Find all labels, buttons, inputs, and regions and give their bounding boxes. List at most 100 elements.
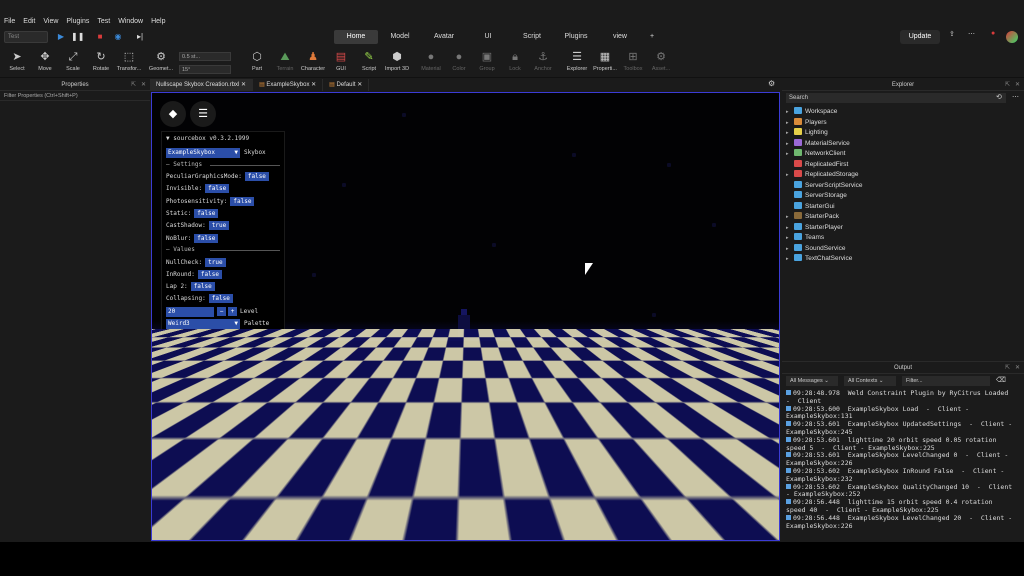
output-filter-input[interactable]: Filter...	[902, 376, 990, 386]
gui-tool[interactable]: ▤ GUI	[326, 50, 356, 72]
close-icon[interactable]: ✕	[1015, 79, 1020, 91]
transform-tool[interactable]: ⬚ Transfor...	[114, 50, 144, 72]
material-tool[interactable]: ● Material	[416, 50, 446, 72]
expand-arrow-icon[interactable]: ▸	[786, 233, 794, 243]
explorer-item[interactable]: ▸ Players	[786, 117, 827, 128]
toggle-value[interactable]: false	[194, 234, 219, 243]
tab-ui[interactable]: UI	[466, 30, 510, 44]
explorer-item[interactable]: ServerScriptService	[786, 180, 862, 191]
level-input[interactable]: 20	[166, 307, 214, 317]
play-icon[interactable]: ▶	[55, 31, 67, 43]
menu-help[interactable]: Help	[147, 18, 169, 25]
terrain-tool[interactable]: ⛰ Terrain	[270, 50, 300, 72]
color-tool[interactable]: ● Color	[444, 50, 474, 72]
stop-icon[interactable]: ■	[94, 31, 106, 43]
group-tool[interactable]: ▣ Group	[472, 50, 502, 72]
step-icon[interactable]: ▸|	[134, 31, 146, 43]
notification-icon[interactable]: ●	[991, 30, 1001, 37]
palette-dropdown[interactable]: Weird3	[166, 319, 240, 329]
character-tool[interactable]: ♟ Character	[298, 50, 328, 72]
expand-arrow-icon[interactable]: ▸	[786, 107, 794, 117]
toolbox-toggle[interactable]: ⊞ Toolbox	[618, 50, 648, 72]
explorer-search-input[interactable]: Search	[786, 93, 1006, 103]
expand-arrow-icon[interactable]: ▸	[786, 128, 794, 138]
expand-arrow-icon[interactable]: ▸	[786, 149, 794, 159]
explorer-item[interactable]: ▸ Workspace	[786, 107, 837, 117]
explorer-toggle[interactable]: ☰ Explorer	[562, 50, 592, 72]
lock-tool[interactable]: 🔒︎ Lock	[500, 50, 530, 72]
explorer-item[interactable]: ▸ Teams	[786, 233, 824, 243]
asset-manager-toggle[interactable]: ⚙ Asset...	[646, 50, 676, 72]
roblox-menu-button[interactable]: ◆	[160, 101, 186, 127]
toggle-value[interactable]: false	[230, 197, 255, 206]
filter-properties-input[interactable]: Filter Properties (Ctrl+Shift+P)	[0, 91, 150, 101]
toggle-value[interactable]: false	[208, 294, 233, 303]
skybox-dropdown[interactable]: ExampleSkybox	[166, 148, 240, 158]
move-tool[interactable]: ✥ Move	[30, 50, 60, 72]
explorer-item[interactable]: ReplicatedFirst	[786, 159, 848, 170]
toggle-value[interactable]: false	[205, 184, 230, 193]
contexts-filter-dropdown[interactable]: All Contexts ⌄	[844, 376, 896, 386]
script-tool[interactable]: ✎ Script	[354, 50, 384, 72]
avatar[interactable]	[1006, 31, 1018, 43]
rotate-tool[interactable]: ↻ Rotate	[86, 50, 116, 72]
level-decrement-button[interactable]: −	[217, 307, 226, 316]
history-icon[interactable]: ⟲	[996, 93, 1002, 101]
doc-tab-exampleskybox[interactable]: ▤ ExampleSkybox ✕	[253, 79, 324, 91]
expand-arrow-icon[interactable]: ▸	[786, 254, 794, 264]
doc-tab-default[interactable]: ▤ Default ✕	[323, 79, 370, 91]
more-icon[interactable]: ⋯	[968, 30, 978, 38]
close-icon[interactable]: ✕	[241, 82, 246, 88]
toggle-value[interactable]: true	[208, 221, 230, 230]
tab-avatar[interactable]: Avatar	[422, 30, 466, 44]
scale-tool[interactable]: ⤢ Scale	[58, 50, 88, 72]
undock-icon[interactable]: ⇱	[1005, 79, 1010, 91]
menu-file[interactable]: File	[0, 18, 19, 25]
sourcebox-title[interactable]: ▼ sourcebox v0.3.2.1999	[166, 135, 249, 142]
close-icon[interactable]: ✕	[357, 82, 362, 88]
expand-arrow-icon[interactable]: ▸	[786, 212, 794, 222]
toggle-value[interactable]: false	[194, 209, 219, 218]
anchor-tool[interactable]: ⚓︎ Anchor	[528, 50, 558, 72]
menu-edit[interactable]: Edit	[19, 18, 39, 25]
expand-arrow-icon[interactable]: ▸	[786, 170, 794, 180]
explorer-item[interactable]: ▸ StarterPack	[786, 212, 839, 222]
close-icon[interactable]: ✕	[1015, 362, 1020, 374]
doc-tab-place[interactable]: Nullscape Skybox Creation.rbxl ✕	[150, 79, 254, 91]
clear-output-icon[interactable]: ⌫	[996, 376, 1006, 384]
tab-script[interactable]: Script	[510, 30, 554, 44]
undock-icon[interactable]: ⇱	[131, 79, 136, 91]
explorer-item[interactable]: ▸ ReplicatedStorage	[786, 170, 858, 180]
hamburger-menu-button[interactable]: ☰	[190, 101, 216, 127]
expand-arrow-icon[interactable]: ▸	[786, 244, 794, 254]
share-icon[interactable]: ⇪	[949, 30, 959, 38]
rotate-snap-field[interactable]: 15°	[179, 65, 231, 74]
add-tab-icon[interactable]: +	[642, 30, 662, 44]
explorer-item[interactable]: ▸ StarterPlayer	[786, 222, 843, 233]
move-snap-field[interactable]: 0.5 st...	[179, 52, 231, 61]
select-tool[interactable]: ➤ Select	[2, 50, 32, 72]
menu-window[interactable]: Window	[114, 18, 147, 25]
undock-icon[interactable]: ⇱	[1005, 362, 1010, 374]
explorer-item[interactable]: ▸ NetworkClient	[786, 149, 845, 159]
toggle-value[interactable]: true	[205, 258, 226, 267]
play-here-icon[interactable]: ◉	[112, 31, 124, 43]
tab-view[interactable]: view	[598, 30, 642, 44]
explorer-item[interactable]: ▸ SoundService	[786, 243, 845, 254]
menu-plugins[interactable]: Plugins	[62, 18, 93, 25]
expand-arrow-icon[interactable]: ▸	[786, 139, 794, 149]
expand-arrow-icon[interactable]: ▸	[786, 118, 794, 128]
menu-view[interactable]: View	[39, 18, 62, 25]
explorer-item[interactable]: StarterGui	[786, 201, 835, 212]
properties-toggle[interactable]: ▦ Properti...	[590, 50, 620, 72]
toggle-value[interactable]: false	[197, 270, 222, 279]
explorer-item[interactable]: ServerStorage	[786, 191, 847, 201]
toggle-value[interactable]: false	[190, 282, 215, 291]
more-icon[interactable]: ⋯	[1012, 93, 1019, 101]
explorer-item[interactable]: ▸ MaterialService	[786, 138, 850, 149]
tab-model[interactable]: Model	[378, 30, 422, 44]
3d-viewport[interactable]: ◆ ☰ ▼ sourcebox v0.3.2.1999 ExampleSkybo…	[151, 92, 780, 541]
messages-filter-dropdown[interactable]: All Messages ⌄	[786, 376, 838, 386]
test-mode-select[interactable]: Test	[4, 31, 48, 43]
tab-home[interactable]: Home	[334, 30, 378, 44]
